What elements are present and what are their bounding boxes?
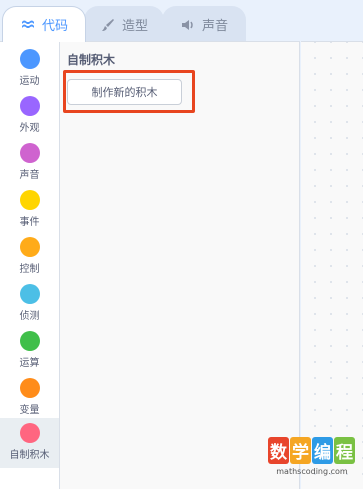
tab-code-label: 代码 [41, 19, 68, 34]
tab-code[interactable]: 代码 [2, 6, 86, 42]
script-workspace[interactable] [301, 41, 363, 489]
watermark-char: 数 [268, 437, 289, 464]
category-variables[interactable]: 变量 [0, 373, 59, 420]
tab-costume[interactable]: 造型 [84, 6, 164, 42]
category-label: 声音 [19, 170, 40, 181]
category-dot-icon [19, 237, 40, 257]
category-label: 侦测 [19, 311, 40, 322]
category-label: 运算 [19, 358, 40, 369]
category-label: 运动 [19, 76, 40, 87]
speaker-icon [180, 17, 196, 33]
category-sensing[interactable]: 侦测 [0, 279, 59, 326]
category-label: 自制积木 [9, 450, 50, 461]
category-sound[interactable]: 声音 [0, 138, 59, 185]
make-a-block-button[interactable]: 制作新的积木 [67, 79, 182, 105]
category-my-blocks[interactable]: 自制积木 [0, 418, 59, 468]
category-looks[interactable]: 外观 [0, 91, 59, 138]
category-dot-icon [19, 96, 40, 116]
category-dot-icon [19, 49, 40, 69]
tab-sound-label: 声音 [201, 19, 228, 34]
tab-costume-label: 造型 [121, 19, 148, 34]
category-dot-icon [19, 190, 40, 210]
code-icon [20, 17, 36, 33]
editor-tab-bar: 代码 造型 声音 [0, 0, 363, 42]
block-palette: 自制积木 制作新的积木 [60, 41, 300, 489]
category-dot-icon [19, 143, 40, 163]
category-control[interactable]: 控制 [0, 232, 59, 279]
category-label: 事件 [19, 217, 40, 228]
category-menu: 运动 外观 声音 事件 控制 侦测 运算 变量 自制积木 [0, 41, 60, 489]
category-label: 变量 [19, 405, 40, 416]
brush-icon [100, 17, 116, 33]
category-dot-icon [19, 423, 40, 443]
category-motion[interactable]: 运动 [0, 44, 59, 91]
watermark-url: mathscoding.com [276, 467, 348, 476]
category-dot-icon [19, 331, 40, 351]
tab-sound[interactable]: 声音 [162, 6, 246, 42]
category-label: 外观 [19, 123, 40, 134]
watermark-char: 程 [334, 437, 355, 464]
watermark-char: 编 [312, 437, 333, 464]
category-dot-icon [19, 378, 40, 398]
category-dot-icon [19, 284, 40, 304]
palette-section-title: 自制积木 [67, 53, 116, 67]
watermark-logo: 数 学 编 程 mathscoding.com [268, 437, 363, 489]
category-operators[interactable]: 运算 [0, 326, 59, 373]
category-events[interactable]: 事件 [0, 185, 59, 232]
watermark-char: 学 [290, 437, 311, 464]
category-label: 控制 [19, 264, 40, 275]
